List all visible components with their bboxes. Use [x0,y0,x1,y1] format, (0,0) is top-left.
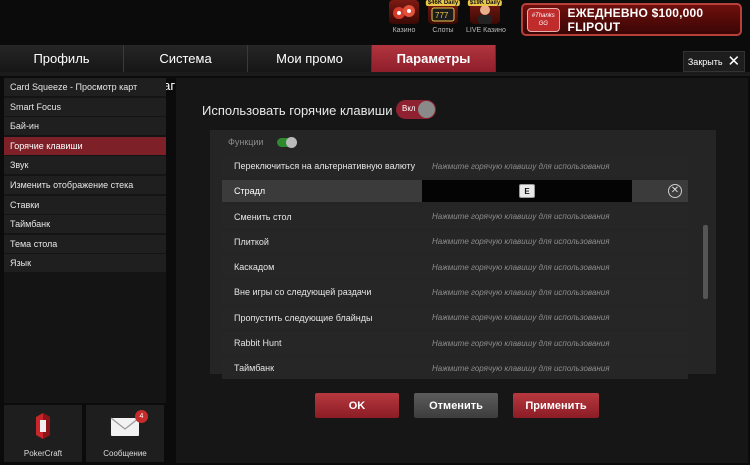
hotkey-list-scrollbar[interactable] [703,225,708,299]
sidebar-item-buy-in[interactable]: Бай-ин [4,117,166,136]
live-casino-daily-tag: $19K Daily [467,0,503,6]
sidebar-item-language[interactable]: Язык [4,254,166,273]
assigned-key: E [519,184,535,199]
functions-toggle[interactable] [277,137,297,148]
settings-sidebar: Card Squeeze - Просмотр карт Smart Focus… [4,78,166,403]
hotkey-row-name: Таймбанк [234,363,275,374]
tab-divider [0,72,750,76]
close-icon: ✕ [727,53,741,70]
pokercraft-button[interactable]: PokerCraft [4,405,82,462]
ok-button[interactable]: OK [315,393,399,418]
top-bar: Казино 777 $46K Daily Слоты $19K Daily L… [0,0,750,44]
hotkey-row-name: Вне игры со следующей раздачи [234,287,372,298]
hotkeys-title: Использовать горячие клавиши [202,103,393,118]
hotkey-row-hint: Нажмите горячую клавишу для использовани… [432,262,610,272]
functions-toggle-knob [286,137,297,148]
flipout-promo-text: ЕЖЕДНЕВНО $100,000 FLIPOUT [567,5,704,34]
slots-game-button[interactable]: 777 $46K Daily Слоты [424,0,462,38]
casino-game-button[interactable]: Казино [385,0,423,38]
tab-my-promos[interactable]: Мои промо [248,45,372,72]
hotkey-row-name: Страдл [234,186,266,197]
hotkey-row[interactable]: Вне игры со следующей раздачи Нажмите го… [222,281,688,304]
hotkey-row[interactable]: Пропустить следующие блайнды Нажмите гор… [222,306,688,329]
sidebar-item-sound[interactable]: Звук [4,156,166,175]
clear-hotkey-icon[interactable]: ✕ [668,184,682,199]
close-label: Закрыть [687,56,723,67]
hotkey-row[interactable]: Каскадом Нажмите горячую клавишу для исп… [222,256,688,279]
sidebar-item-hotkeys[interactable]: Горячие клавиши [4,136,166,155]
live-casino-label: LIVE Казино [466,27,506,34]
messages-label: Сообщение [103,449,147,458]
hotkey-rows: Переключиться на альтернативную валюту Н… [222,155,688,383]
live-casino-game-button[interactable]: $19K Daily LIVE Казино [466,0,506,38]
apply-button[interactable]: Применить [513,393,599,418]
settings-tabs: Профиль Система вознаграждений Мои промо… [0,45,496,93]
slots-daily-tag: $46K Daily [425,0,461,6]
hotkeys-toggle[interactable]: Вкл [396,100,436,119]
hotkey-row-straddle[interactable]: Страдл E ✕ [222,180,688,203]
sidebar-item-timebank[interactable]: Таймбанк [4,215,166,234]
hotkey-row-name: Пропустить следующие блайнды [234,312,373,323]
sidebar-item-table-theme[interactable]: Тема стола [4,234,166,253]
tab-profile[interactable]: Профиль [0,45,124,72]
sidebar-item-smart-focus[interactable]: Smart Focus [4,97,166,116]
cancel-button[interactable]: Отменить [414,393,498,418]
hotkey-row-hint: Нажмите горячую клавишу для использовани… [432,161,610,171]
hotkey-input[interactable]: E [422,180,632,203]
hotkey-row-name: Сменить стол [234,211,292,222]
tab-settings[interactable]: Параметры [372,45,496,72]
hotkey-row-hint: Нажмите горячую клавишу для использовани… [432,287,610,297]
pokercraft-icon [36,413,50,439]
hotkey-row-hint: Нажмите горячую клавишу для использовани… [432,313,610,323]
hotkey-row[interactable]: Таймбанк Нажмите горячую клавишу для исп… [222,357,688,380]
functions-label: Функции [228,137,264,147]
hotkey-row-hint: Нажмите горячую клавишу для использовани… [432,363,610,373]
sidebar-item-stack-display[interactable]: Изменить отображение стека [4,175,166,194]
hotkey-row-hint: Нажмите горячую клавишу для использовани… [432,338,610,348]
messages-button[interactable]: 4 Сообщение [86,405,164,462]
flipout-promo-banner[interactable]: #Thanks GG ЕЖЕДНЕВНО $100,000 FLIPOUT [521,3,742,36]
pokercraft-label: PokerCraft [23,449,63,458]
casino-icon [389,0,419,24]
thanks-gg-badge: #Thanks GG [527,7,560,32]
hotkey-row[interactable]: Переключиться на альтернативную валюту Н… [222,155,688,177]
hotkeys-toggle-label: Вкл [402,104,416,113]
svg-text:777: 777 [435,11,449,20]
tab-rewards[interactable]: Система вознаграждений [124,45,248,93]
hotkey-row-hint: Нажмите горячую клавишу для использовани… [432,212,610,222]
hotkey-row-name: Каскадом [234,262,275,273]
message-count-badge: 4 [135,410,148,423]
hotkey-row[interactable]: Rabbit Hunt Нажмите горячую клавишу для … [222,332,688,355]
casino-label: Казино [392,27,416,34]
hotkey-row[interactable]: Сменить стол Нажмите горячую клавишу для… [222,205,688,228]
close-button[interactable]: Закрыть ✕ [683,51,745,72]
hotkey-row-hint: Нажмите горячую клавишу для использовани… [432,237,610,247]
hotkey-row-name: Плиткой [234,236,269,247]
hotkey-row[interactable]: Плиткой Нажмите горячую клавишу для испо… [222,230,688,253]
hotkey-row-name: Переключиться на альтернативную валюту [234,161,416,171]
toggle-knob [418,101,435,118]
bottom-tiles: PokerCraft 4 Сообщение [4,405,164,462]
sidebar-item-card-squeeze[interactable]: Card Squeeze - Просмотр карт [4,78,166,96]
hotkey-row-name: Rabbit Hunt [234,338,282,349]
sidebar-item-bets[interactable]: Ставки [4,195,166,214]
slots-label: Слоты [432,27,454,34]
